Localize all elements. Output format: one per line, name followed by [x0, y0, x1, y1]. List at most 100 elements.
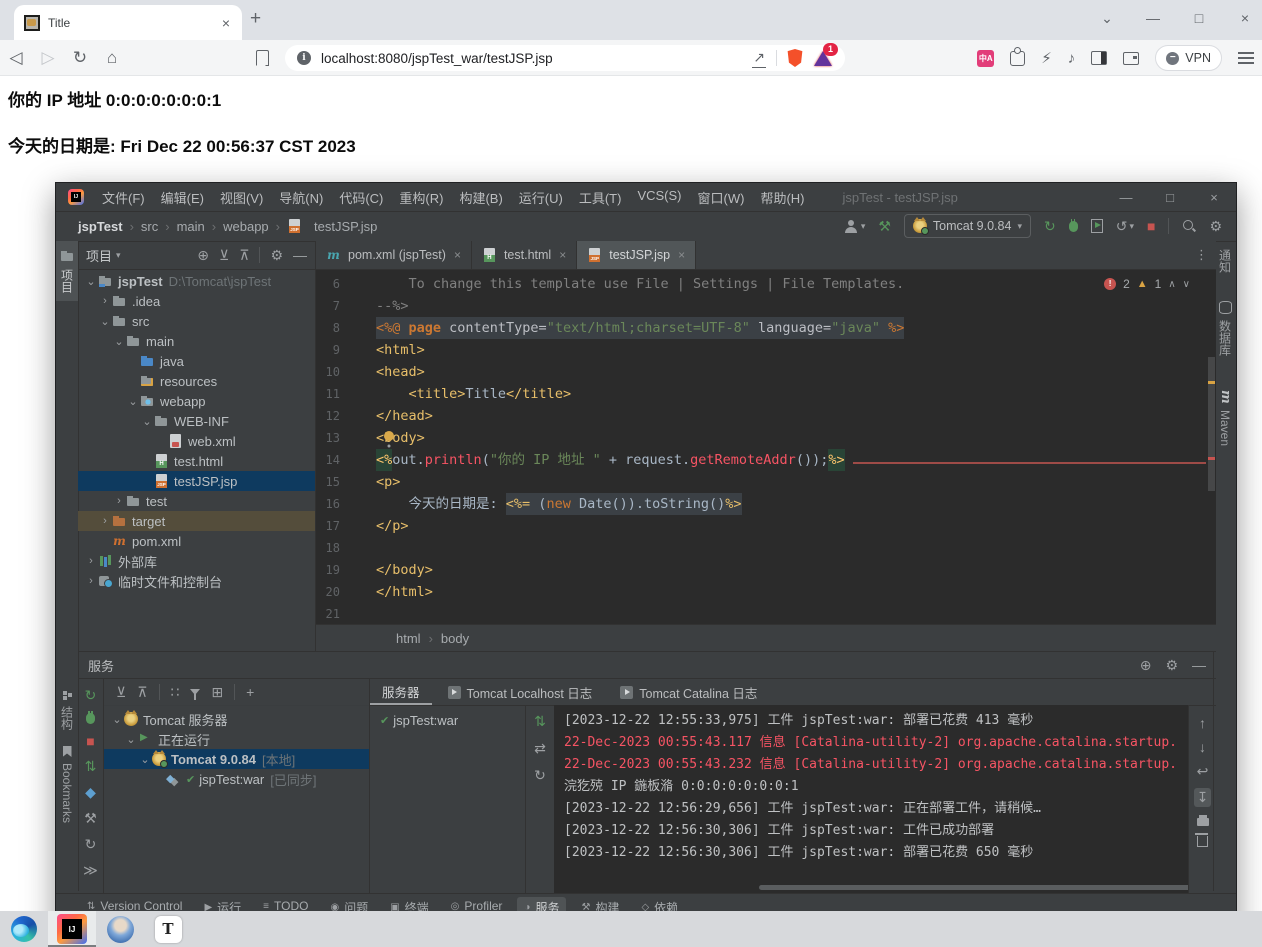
breadcrumb-item[interactable]: main	[177, 219, 205, 234]
locate-icon[interactable]: ⊕	[1140, 657, 1152, 674]
refresh-icon[interactable]: ↻	[85, 836, 97, 853]
speedreader-icon[interactable]: ⚡	[1041, 49, 1052, 67]
services-tree-row[interactable]: ✔jspTest:war [已同步]	[104, 769, 369, 789]
editor-tab[interactable]: testJSP.jsp ×	[577, 241, 697, 269]
tab-close-icon[interactable]: ×	[559, 248, 566, 262]
project-tree-row[interactable]: ⌄ webapp	[78, 391, 315, 411]
project-tree-row[interactable]: resources	[78, 371, 315, 391]
project-tree-row[interactable]: › target	[78, 511, 315, 531]
tree-chevron-icon[interactable]: ⌄	[84, 275, 98, 288]
menu-item[interactable]: 窗口(W)	[690, 188, 753, 207]
scroll-up-icon[interactable]: ↑	[1199, 715, 1206, 731]
project-tree-row[interactable]: › 临时文件和控制台	[78, 571, 315, 591]
scroll-down-icon[interactable]: ↓	[1199, 739, 1206, 755]
project-tree-row[interactable]: › test	[78, 491, 315, 511]
next-problem-icon[interactable]: ∨	[1183, 279, 1190, 290]
services-tab[interactable]: Tomcat Localhost 日志	[436, 679, 605, 705]
breadcrumb-item[interactable]: testJSP.jsp	[314, 219, 377, 234]
add-service-icon[interactable]: +	[246, 684, 254, 700]
new-tab-button[interactable]: +	[250, 8, 261, 30]
tree-chevron-icon[interactable]: ›	[98, 295, 112, 307]
menu-item[interactable]: 代码(C)	[331, 188, 391, 207]
expand-all-icon[interactable]: ⊻	[116, 684, 126, 701]
brave-rewards-icon[interactable]: 1	[813, 43, 838, 67]
edit-configuration-icon[interactable]: ⚒	[84, 810, 97, 827]
collapse-all-icon[interactable]: ⊼	[137, 684, 147, 701]
browser-tab[interactable]: Title ×	[14, 5, 242, 40]
project-tree-row[interactable]: java	[78, 351, 315, 371]
project-panel-title[interactable]: 项目	[86, 246, 112, 265]
services-title[interactable]: 服务	[88, 656, 114, 675]
locate-icon[interactable]: ⊕	[197, 247, 209, 264]
rerun-icon[interactable]: ↻	[1044, 218, 1056, 235]
project-tree-row[interactable]: ⌄ src	[78, 311, 315, 331]
breadcrumb-item[interactable]: src	[141, 219, 158, 234]
horizontal-scrollbar[interactable]	[759, 885, 1188, 890]
debug-server-icon[interactable]	[86, 711, 95, 724]
hide-icon[interactable]: —	[293, 247, 307, 263]
forward-icon[interactable]: ▷	[32, 48, 64, 68]
tree-chevron-icon[interactable]: ›	[84, 575, 98, 587]
site-info-icon[interactable]: i	[297, 51, 311, 65]
services-tree-row[interactable]: ⌄ 正在运行	[104, 729, 369, 749]
editor-tab[interactable]: test.html ×	[472, 241, 578, 269]
structure-stripe-button[interactable]: 结构	[56, 683, 78, 738]
clear-icon[interactable]	[1195, 833, 1208, 847]
project-tree-row[interactable]: m pom.xml	[78, 531, 315, 551]
project-tree-row[interactable]: ⌄ main	[78, 331, 315, 351]
group-by-icon[interactable]: ∷	[171, 684, 180, 701]
ide-minimize-button[interactable]: —	[1104, 190, 1148, 205]
tree-chevron-icon[interactable]: ⌄	[110, 713, 124, 726]
run-with-coverage-icon[interactable]	[1090, 219, 1103, 233]
breadcrumb-item[interactable]: jspTest	[78, 219, 123, 234]
project-tree-row[interactable]: test.html	[78, 451, 315, 471]
menu-item[interactable]: 帮助(H)	[752, 188, 812, 207]
share-icon[interactable]: ↗	[752, 49, 766, 68]
scrollbar-thumb[interactable]	[1208, 357, 1215, 491]
project-tree-row[interactable]: testJSP.jsp	[78, 471, 315, 491]
back-icon[interactable]: ◁	[0, 48, 32, 68]
tab-search-icon[interactable]: ⌄	[1098, 10, 1116, 27]
menu-icon[interactable]	[1238, 52, 1254, 64]
server-console[interactable]: [2023-12-22 12:55:33,975] 工件 jspTest:war…	[554, 705, 1188, 893]
tab-close-icon[interactable]: ×	[454, 248, 461, 262]
project-tree-row[interactable]: › 外部库	[78, 551, 315, 571]
prev-problem-icon[interactable]: ∧	[1168, 279, 1175, 290]
more-tabs-icon[interactable]: ⋮	[1195, 247, 1208, 263]
maven-stripe-button[interactable]: m Maven	[1214, 382, 1236, 454]
project-tree-row[interactable]: ⌄ WEB-INF	[78, 411, 315, 431]
vpn-button[interactable]: − VPN	[1155, 45, 1222, 71]
taskbar-edge-button[interactable]	[0, 911, 48, 947]
hide-icon[interactable]: —	[1192, 657, 1206, 673]
services-tree-row[interactable]: ⌄ Tomcat 9.0.84 [本地]	[104, 749, 369, 769]
menu-item[interactable]: 编辑(E)	[153, 188, 212, 207]
extensions-icon[interactable]	[1010, 46, 1026, 66]
settings-gear-icon[interactable]: ⚙	[1209, 218, 1222, 235]
ide-close-button[interactable]: ×	[1192, 190, 1236, 205]
address-bar[interactable]: i localhost:8080/jspTest_war/testJSP.jsp…	[285, 43, 845, 71]
wallet-icon[interactable]	[1123, 51, 1140, 65]
tree-chevron-icon[interactable]: ⌄	[112, 335, 126, 348]
tree-chevron-icon[interactable]: ⌄	[138, 753, 152, 766]
deploy-icon[interactable]: ⇅	[85, 758, 97, 775]
reload-icon[interactable]: ↻	[64, 48, 96, 68]
menu-item[interactable]: 运行(U)	[511, 188, 571, 207]
translate-icon[interactable]: 中A	[977, 49, 995, 67]
tree-chevron-icon[interactable]: ›	[112, 495, 126, 507]
settings-icon[interactable]: ⚙	[270, 247, 283, 264]
tab-close-icon[interactable]: ×	[220, 15, 232, 31]
menu-item[interactable]: 视图(V)	[212, 188, 271, 207]
deployment-item[interactable]: ✔ jspTest:war	[370, 705, 525, 728]
taskbar-typora-button[interactable]: T	[144, 911, 192, 947]
tree-chevron-icon[interactable]: ⌄	[98, 315, 112, 328]
minimize-button[interactable]: —	[1144, 10, 1162, 27]
filter-icon[interactable]	[190, 689, 201, 700]
tab-close-icon[interactable]: ×	[678, 248, 685, 262]
editor-scrollbar[interactable]	[1206, 269, 1216, 625]
project-tree-row[interactable]: ⌄ jspTest D:\Tomcat\jspTest	[78, 271, 315, 291]
breadcrumb-item[interactable]: body	[441, 631, 469, 646]
soft-wrap-icon[interactable]: ↩	[1197, 763, 1209, 780]
maximize-button[interactable]: □	[1190, 10, 1208, 27]
print-icon[interactable]	[1196, 815, 1209, 826]
user-button[interactable]: ▾	[844, 219, 865, 233]
